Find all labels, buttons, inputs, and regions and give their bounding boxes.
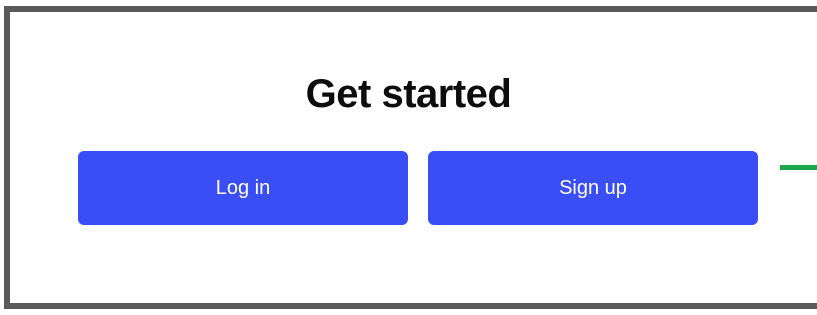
signup-button[interactable]: Sign up	[428, 151, 758, 225]
page-title: Get started	[305, 72, 512, 116]
login-button[interactable]: Log in	[78, 151, 408, 225]
annotation-pointer-line	[780, 165, 817, 170]
